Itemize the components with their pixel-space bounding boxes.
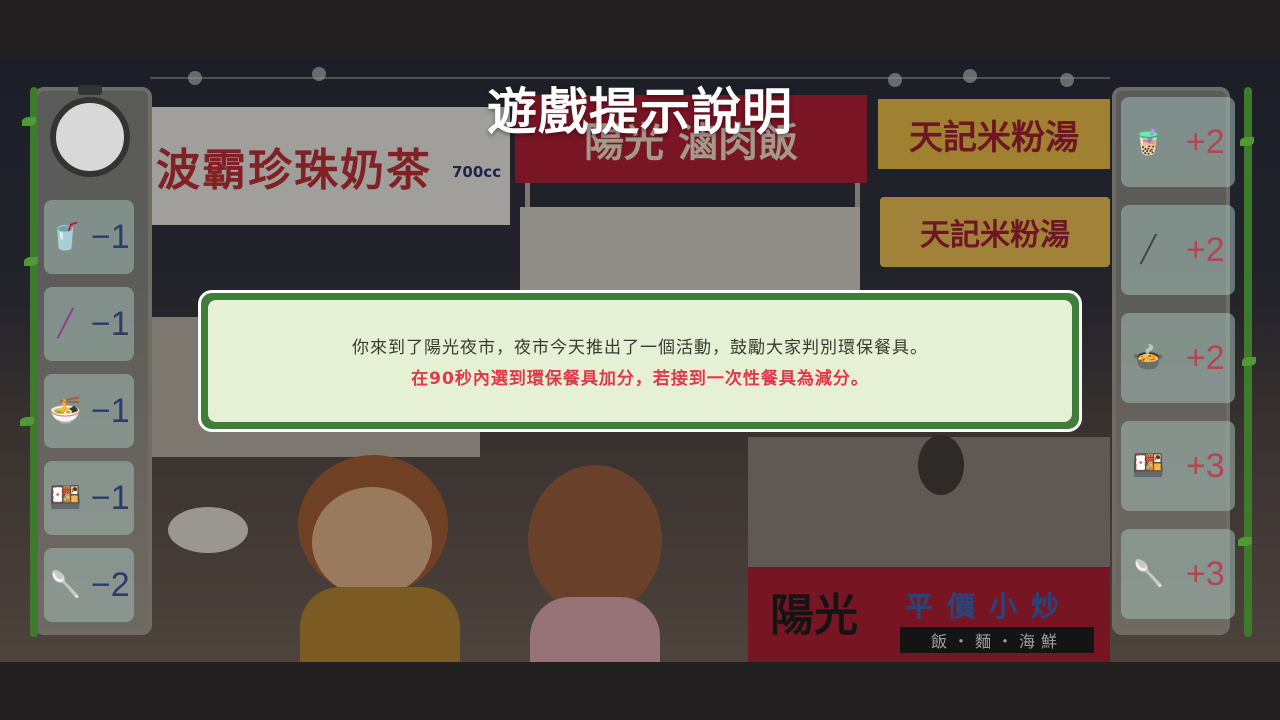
lunchbox-icon: 🍱 <box>1132 451 1165 481</box>
plastic-straw-icon: ╱ <box>57 309 74 339</box>
item-score: −1 <box>90 304 130 343</box>
metal-straw-icon: ╱ <box>1140 235 1157 265</box>
item-score: +2 <box>1185 338 1225 377</box>
instruction-dialog[interactable]: 你來到了陽光夜市，夜市今天推出了一個活動，鼓勵大家判別環保餐具。 在90秒內選到… <box>198 290 1082 432</box>
item-score: −1 <box>90 478 130 517</box>
left-item-slot-2[interactable]: ╱ −1 <box>44 287 134 361</box>
item-score: −1 <box>90 391 130 430</box>
takeout-box-icon: 🍱 <box>49 483 82 513</box>
plastic-spoon-icon: 🥄 <box>49 570 82 600</box>
bubble-tea-cup-icon: 🥤 <box>49 222 82 252</box>
instruction-rule-text: 在90秒內選到環保餐具加分，若接到一次性餐具為減分。 <box>411 369 869 389</box>
left-item-slot-3[interactable]: 🍜 −1 <box>44 374 134 448</box>
right-item-slot-2[interactable]: ╱ +2 <box>1121 205 1235 295</box>
item-score: +3 <box>1185 554 1225 593</box>
leaf-decoration <box>20 417 34 426</box>
item-score: −1 <box>90 217 130 256</box>
letterbox-bottom <box>0 662 1280 720</box>
vine-decoration <box>30 87 38 637</box>
letterbox-top <box>0 0 1280 57</box>
item-score: +3 <box>1185 446 1225 485</box>
instruction-text: 你來到了陽光夜市，夜市今天推出了一個活動，鼓勵大家判別環保餐具。 <box>352 338 928 358</box>
leaf-decoration <box>24 257 38 266</box>
left-item-slot-1[interactable]: 🥤 −1 <box>44 200 134 274</box>
item-score: +2 <box>1185 230 1225 269</box>
left-item-slot-5[interactable]: 🥄 −2 <box>44 548 134 622</box>
leaf-decoration <box>1242 357 1256 366</box>
right-item-slot-5[interactable]: 🥄 +3 <box>1121 529 1235 619</box>
item-score: −2 <box>90 565 130 604</box>
left-item-slot-4[interactable]: 🍱 −1 <box>44 461 134 535</box>
disposable-bowl-icon: 🍜 <box>49 396 82 426</box>
right-item-slot-4[interactable]: 🍱 +3 <box>1121 421 1235 511</box>
page-title: 遊戲提示說明 <box>487 83 793 141</box>
instruction-dialog-body: 你來到了陽光夜市，夜市今天推出了一個活動，鼓勵大家判別環保餐具。 在90秒內選到… <box>208 300 1072 422</box>
metal-spoon-icon: 🥄 <box>1132 559 1165 589</box>
leaf-decoration <box>1238 537 1252 546</box>
steel-bowl-icon: 🍲 <box>1132 343 1165 373</box>
right-item-slot-3[interactable]: 🍲 +2 <box>1121 313 1235 403</box>
